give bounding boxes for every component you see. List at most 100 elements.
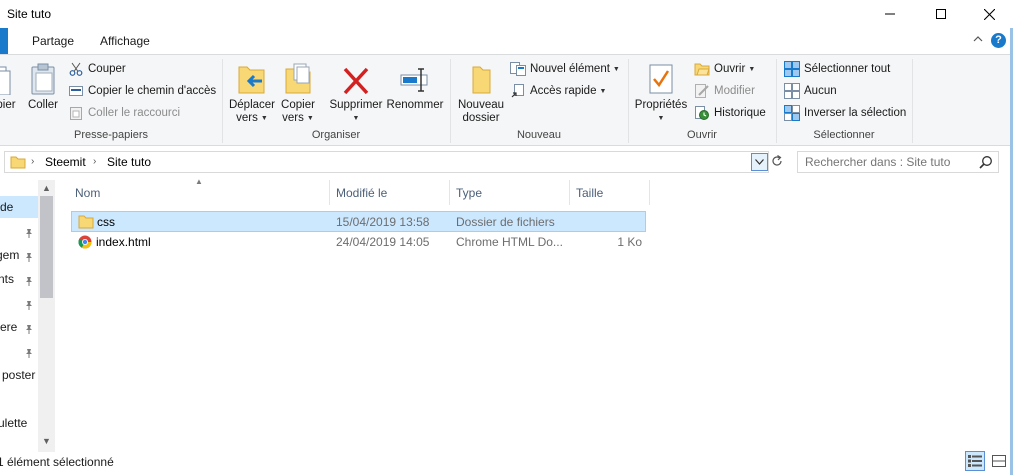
file-name: css: [97, 215, 115, 229]
search-icon[interactable]: [979, 155, 993, 169]
file-size: 1 Ko: [617, 235, 642, 249]
paste-icon: [27, 61, 59, 95]
minimize-button[interactable]: [867, 0, 913, 28]
breadcrumb-item[interactable]: Steemit: [45, 155, 86, 169]
open-button[interactable]: Ouvrir ▼: [694, 61, 755, 77]
nav-item[interactable]: ulette: [0, 412, 38, 434]
select-all-icon: [784, 61, 800, 77]
copy-to-button[interactable]: Copier vers ▼: [278, 61, 318, 125]
ribbon: pier Coller Couper Copier le chemin d'ac…: [0, 54, 1013, 146]
chevron-down-icon: ▼: [306, 115, 314, 122]
open-folder-icon: [694, 61, 710, 77]
selection-count: 1 élément sélectionné: [0, 455, 114, 469]
new-folder-button[interactable]: Nouveau dossier: [456, 61, 506, 125]
new-item-icon: [510, 61, 526, 77]
maximize-button[interactable]: [918, 0, 964, 28]
properties-button[interactable]: Propriétés ▼: [632, 61, 690, 125]
group-label-clipboard: Presse-papiers: [74, 129, 148, 141]
open-label: Ouvrir: [714, 63, 746, 75]
rename-icon: [399, 61, 431, 95]
copy-folder-icon: [282, 61, 314, 95]
delete-button[interactable]: Supprimer ▼: [328, 61, 384, 125]
pin-icon: [26, 253, 32, 262]
invert-selection-button[interactable]: Inverser la sélection: [784, 105, 906, 121]
nav-scrollbar[interactable]: ▲ ▼: [38, 180, 55, 452]
select-none-button[interactable]: Aucun: [784, 83, 837, 99]
tab-share[interactable]: Partage: [22, 28, 84, 54]
search-input[interactable]: [805, 154, 975, 170]
chevron-down-icon: ▼: [748, 65, 756, 73]
column-header-modified[interactable]: Modifié le: [336, 180, 387, 206]
copy-button[interactable]: pier: [0, 61, 18, 112]
collapse-ribbon-icon[interactable]: [973, 34, 983, 44]
tab-view[interactable]: Affichage: [90, 28, 160, 54]
nav-item[interactable]: de: [0, 196, 38, 218]
history-button[interactable]: Historique: [694, 105, 766, 121]
copy-label: pier: [0, 99, 16, 111]
column-header-name[interactable]: Nom: [75, 180, 100, 206]
group-label-open: Ouvrir: [687, 129, 717, 141]
table-row[interactable]: index.html 24/04/2019 14:05 Chrome HTML …: [71, 232, 646, 253]
close-button[interactable]: [966, 0, 1012, 28]
chrome-icon: [78, 235, 92, 249]
column-divider[interactable]: [329, 180, 330, 205]
nav-item[interactable]: poster: [0, 364, 38, 386]
chevron-down-icon: [755, 159, 764, 165]
ribbon-tabs: l Partage Affichage ?: [0, 28, 1013, 54]
refresh-button[interactable]: [771, 154, 785, 170]
maximize-icon: [936, 9, 946, 19]
scroll-down-arrow-icon[interactable]: ▼: [41, 436, 52, 446]
group-label-organize: Organiser: [311, 129, 361, 141]
tab-file[interactable]: l: [0, 28, 8, 54]
search-box[interactable]: [797, 151, 999, 173]
column-divider[interactable]: [449, 180, 450, 205]
title-bar: Site tuto: [0, 0, 1013, 28]
file-type: Chrome HTML Do...: [456, 235, 563, 249]
address-bar[interactable]: › Steemit › Site tuto: [4, 151, 769, 173]
pin-icon: [26, 277, 32, 286]
column-divider[interactable]: [649, 180, 650, 205]
copy-path-button[interactable]: Copier le chemin d'accès: [68, 83, 216, 99]
folder-icon: [10, 156, 26, 169]
scrollbar-thumb[interactable]: [40, 196, 53, 298]
easy-access-button[interactable]: Accès rapide ▼: [510, 83, 606, 99]
new-item-button[interactable]: Nouvel élément ▼: [510, 61, 620, 77]
select-all-button[interactable]: Sélectionner tout: [784, 61, 890, 77]
breadcrumb-item[interactable]: Site tuto: [107, 155, 151, 169]
status-bar: 1 élément sélectionné: [0, 452, 1013, 475]
column-header-size[interactable]: Taille: [576, 180, 603, 206]
pin-icon: [26, 229, 32, 238]
copy-path-label: Copier le chemin d'accès: [88, 85, 217, 97]
new-folder-icon: [465, 61, 497, 95]
large-icons-view-button[interactable]: [989, 451, 1009, 471]
column-header-type[interactable]: Type: [456, 180, 482, 206]
move-to-button[interactable]: Déplacer vers ▼: [228, 61, 276, 125]
cut-button[interactable]: Couper: [68, 61, 126, 77]
rename-button[interactable]: Renommer: [386, 61, 444, 112]
edit-pencil-icon: [694, 83, 710, 99]
chevron-down-icon: ▼: [657, 115, 665, 122]
paste-button[interactable]: Coller: [24, 61, 62, 112]
help-icon[interactable]: ?: [991, 33, 1006, 48]
details-view-button[interactable]: [965, 451, 985, 471]
address-dropdown-button[interactable]: [751, 153, 768, 171]
pin-icon: [26, 349, 32, 358]
history-label: Historique: [714, 107, 766, 119]
paste-label: Coller: [27, 99, 59, 111]
column-divider[interactable]: [569, 180, 570, 205]
scroll-up-arrow-icon[interactable]: ▲: [41, 183, 52, 193]
paste-shortcut-button[interactable]: Coller le raccourci: [68, 105, 180, 121]
edit-button[interactable]: Modifier: [694, 83, 755, 99]
chevron-down-icon: ▼: [599, 87, 607, 95]
copy-icon: [0, 61, 22, 95]
copy-to-label-1: Copier: [281, 99, 315, 111]
edit-label: Modifier: [714, 85, 755, 97]
paste-shortcut-icon: [68, 105, 84, 121]
table-row[interactable]: css 15/04/2019 13:58 Dossier de fichiers: [71, 211, 646, 232]
new-item-label: Nouvel élément: [530, 63, 610, 75]
group-label-new: Nouveau: [516, 129, 562, 141]
copy-to-label-2: vers: [282, 112, 304, 124]
refresh-icon: [772, 155, 782, 166]
move-to-label-2: vers: [236, 112, 258, 124]
select-none-icon: [784, 83, 800, 99]
